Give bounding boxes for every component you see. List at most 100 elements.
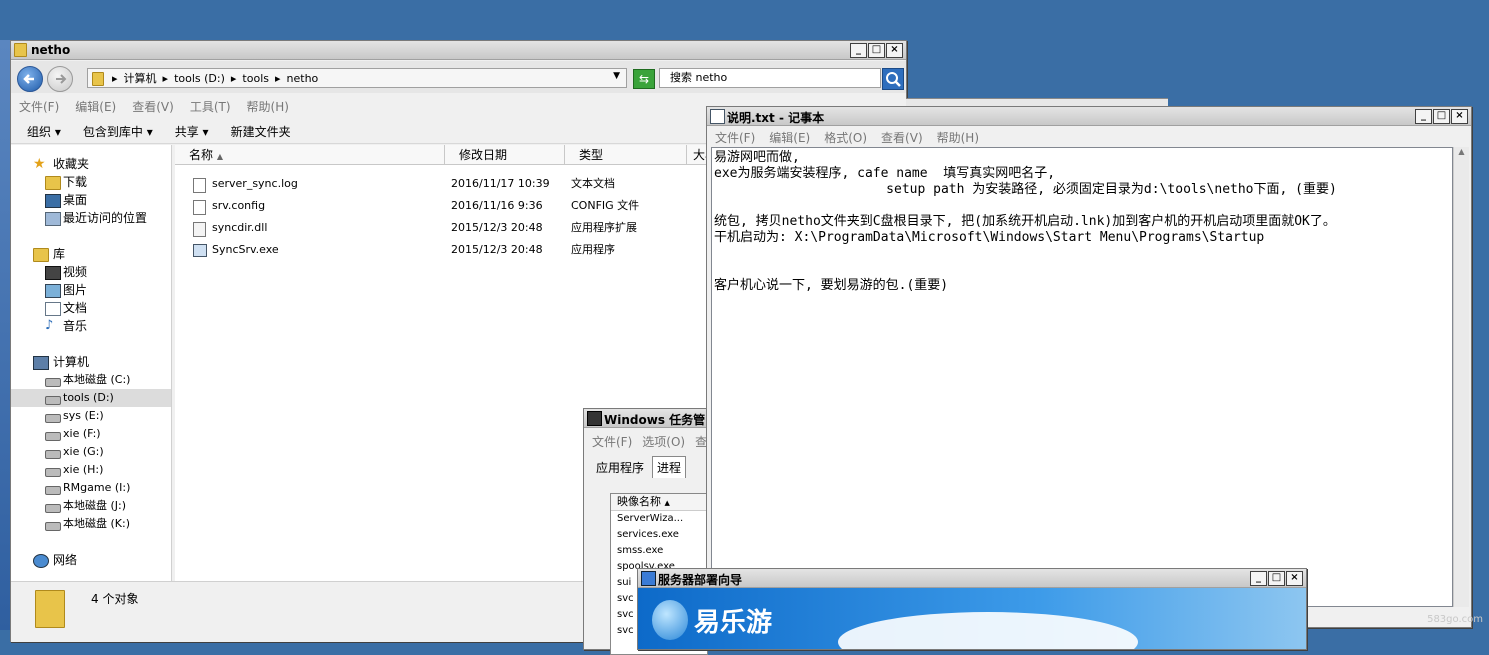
file-row[interactable]: SyncSrv.exe 2015/12/3 20:48 应用程序 xyxy=(175,239,735,261)
minimize-button[interactable]: _ xyxy=(850,43,867,58)
forward-arrow-icon xyxy=(56,74,67,84)
notepad-titlebar[interactable]: 说明.txt - 记事本 _ □ × xyxy=(707,107,1471,126)
menu-view[interactable]: 查看(V) xyxy=(132,98,174,115)
drive-icon xyxy=(45,432,61,441)
menu-help[interactable]: 帮助(H) xyxy=(937,129,979,146)
breadcrumb-computer[interactable]: 计算机 xyxy=(124,70,157,86)
menu-edit[interactable]: 编辑(E) xyxy=(75,98,116,115)
menu-file[interactable]: 文件(F) xyxy=(592,433,632,450)
breadcrumb[interactable]: ▸ 计算机 ▸ tools (D:) ▸ tools ▸ netho ▼ xyxy=(87,68,627,88)
share-button[interactable]: 共享 ▾ xyxy=(175,123,209,140)
file-row[interactable]: srv.config 2016/11/16 9:36 CONFIG 文件 xyxy=(175,195,735,217)
menu-view[interactable]: 查看(V) xyxy=(881,129,923,146)
column-name[interactable]: 名称 ▲ xyxy=(175,145,445,165)
nav-lib-documents[interactable]: 文档 xyxy=(11,299,171,317)
maximize-button[interactable]: □ xyxy=(868,43,885,58)
nav-libraries[interactable]: 库 xyxy=(11,245,171,263)
tab-applications[interactable]: 应用程序 xyxy=(596,459,644,476)
text-editor[interactable]: 易游网吧而做, exe为服务端安装程序, cafe name 填写真实网吧名子, … xyxy=(711,147,1453,607)
menu-options[interactable]: 选项(O) xyxy=(642,433,685,450)
new-folder-button[interactable]: 新建文件夹 xyxy=(231,123,291,140)
breadcrumb-sep: ▸ xyxy=(112,71,118,85)
nav-favorites[interactable]: ★ 收藏夹 xyxy=(11,155,171,173)
close-button[interactable]: × xyxy=(1451,109,1468,124)
wizard-title: 服务器部署向导 xyxy=(658,573,743,587)
tab-processes[interactable]: 进程 xyxy=(652,456,687,478)
nav-drive-i[interactable]: RMgame (I:) xyxy=(11,479,171,497)
nav-drive-k[interactable]: 本地磁盘 (K:) xyxy=(11,515,171,533)
nav-drive-h[interactable]: xie (H:) xyxy=(11,461,171,479)
column-image-name[interactable]: 映像名称 ▲ xyxy=(611,494,707,511)
nav-lib-pictures[interactable]: 图片 xyxy=(11,281,171,299)
watermark: 583go.com xyxy=(1427,614,1483,625)
menu-file[interactable]: 文件(F) xyxy=(19,98,59,115)
file-row[interactable]: server_sync.log 2016/11/17 10:39 文本文档 xyxy=(175,173,735,195)
maximize-button[interactable]: □ xyxy=(1268,571,1285,586)
maximize-button[interactable]: □ xyxy=(1433,109,1450,124)
breadcrumb-drive[interactable]: tools (D:) xyxy=(174,72,225,85)
file-row[interactable]: syncdir.dll 2015/12/3 20:48 应用程序扩展 xyxy=(175,217,735,239)
nav-drive-e[interactable]: sys (E:) xyxy=(11,407,171,425)
nav-fav-desktop[interactable]: 桌面 xyxy=(11,191,171,209)
nav-drive-f[interactable]: xie (F:) xyxy=(11,425,171,443)
nav-network[interactable]: 网络 xyxy=(11,551,171,569)
menu-format[interactable]: 格式(O) xyxy=(824,129,867,146)
process-row[interactable]: services.exe xyxy=(611,527,707,543)
nav-label: 下载 xyxy=(63,175,88,189)
nav-label: 本地磁盘 (C:) xyxy=(63,373,131,386)
refresh-button[interactable]: ⇆ xyxy=(633,69,655,89)
nav-label: sys (E:) xyxy=(63,409,104,422)
folder-icon xyxy=(92,72,104,86)
breadcrumb-sep: ▸ xyxy=(230,71,237,85)
taskmgr-titlebar[interactable]: Windows 任务管 xyxy=(584,409,714,428)
nav-label: 音乐 xyxy=(63,319,88,333)
breadcrumb-tools[interactable]: tools xyxy=(242,72,269,85)
menu-file[interactable]: 文件(F) xyxy=(715,129,755,146)
nav-lib-music[interactable]: ♪ 音乐 xyxy=(11,317,171,335)
nav-drive-d-selected[interactable]: tools (D:) xyxy=(11,389,171,407)
nav-fav-downloads[interactable]: 下载 xyxy=(11,173,171,191)
nav-drive-j[interactable]: 本地磁盘 (J:) xyxy=(11,497,171,515)
star-icon: ★ xyxy=(33,156,46,172)
download-folder-icon xyxy=(45,176,61,190)
close-button[interactable]: × xyxy=(886,43,903,58)
breadcrumb-netho[interactable]: netho xyxy=(287,72,319,85)
search-input[interactable]: 搜索 netho xyxy=(659,68,881,88)
column-date[interactable]: 修改日期 xyxy=(445,145,565,165)
organize-button[interactable]: 组织 ▾ xyxy=(27,123,61,140)
nav-fav-recent[interactable]: 最近访问的位置 xyxy=(11,209,171,227)
explorer-titlebar[interactable]: netho _ □ × xyxy=(11,41,906,60)
vertical-scrollbar[interactable]: ▲ xyxy=(1453,147,1469,607)
search-button[interactable] xyxy=(882,68,904,90)
file-name: SyncSrv.exe xyxy=(212,243,279,256)
taskmgr-title: Windows 任务管 xyxy=(604,413,706,427)
folder-icon xyxy=(14,43,27,57)
menu-help[interactable]: 帮助(H) xyxy=(247,98,289,115)
chevron-down-icon[interactable]: ▼ xyxy=(613,71,620,81)
menu-tools[interactable]: 工具(T) xyxy=(190,98,231,115)
process-row[interactable]: smss.exe xyxy=(611,543,707,559)
file-date: 2016/11/16 9:36 xyxy=(451,199,543,212)
drive-icon xyxy=(45,522,61,531)
back-button[interactable] xyxy=(17,66,43,92)
include-library-button[interactable]: 包含到库中 ▾ xyxy=(83,123,153,140)
nav-label: 桌面 xyxy=(63,193,88,207)
server-wizard-window: 服务器部署向导 _ □ × 易乐游 xyxy=(637,568,1307,650)
file-name: syncdir.dll xyxy=(212,221,268,234)
minimize-button[interactable]: _ xyxy=(1250,571,1267,586)
nav-computer[interactable]: 计算机 xyxy=(11,353,171,371)
column-type[interactable]: 类型 xyxy=(565,145,687,165)
drive-icon xyxy=(45,486,61,495)
nav-lib-videos[interactable]: 视频 xyxy=(11,263,171,281)
menu-edit[interactable]: 编辑(E) xyxy=(769,129,810,146)
close-button[interactable]: × xyxy=(1286,571,1303,586)
scroll-up-arrow-icon[interactable]: ▲ xyxy=(1454,147,1469,161)
nav-label: 最近访问的位置 xyxy=(63,211,148,225)
forward-button[interactable] xyxy=(47,66,73,92)
search-icon xyxy=(886,72,901,87)
nav-drive-g[interactable]: xie (G:) xyxy=(11,443,171,461)
process-row[interactable]: ServerWiza... xyxy=(611,511,707,527)
nav-drive-c[interactable]: 本地磁盘 (C:) xyxy=(11,371,171,389)
wizard-titlebar[interactable]: 服务器部署向导 _ □ × xyxy=(638,569,1306,588)
minimize-button[interactable]: _ xyxy=(1415,109,1432,124)
